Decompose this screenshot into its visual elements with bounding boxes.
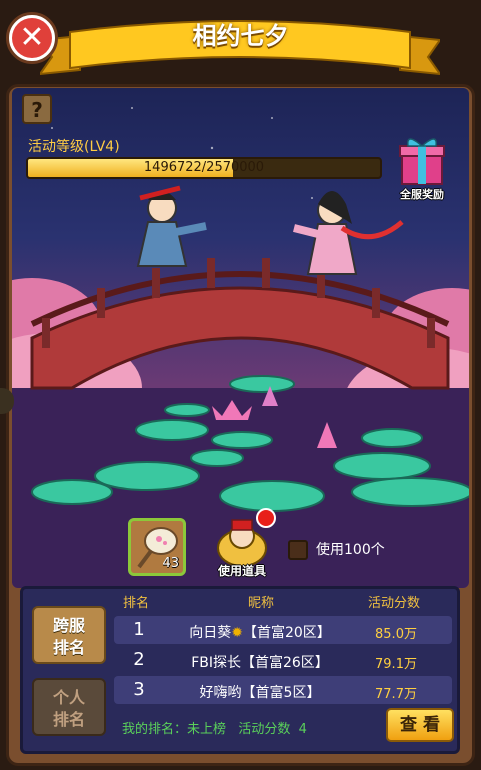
cowherd-figure xyxy=(136,185,207,267)
help-button[interactable]: ? xyxy=(22,94,52,124)
use-item-label: 使用道具 xyxy=(217,564,266,578)
tab-personal-label: 个人 xyxy=(52,688,85,707)
row-nickname: 好嗨哟【首富5区】 xyxy=(199,685,321,701)
use-100-checkbox[interactable] xyxy=(288,540,308,560)
my-rank-text: 我的排名：未上榜 活动分数 4 xyxy=(122,722,307,737)
row-score: 77.7万 xyxy=(375,687,417,702)
header-rank: 排名 xyxy=(123,596,150,611)
row-score: 85.0万 xyxy=(375,627,417,642)
close-icon: ✕ xyxy=(12,18,52,58)
item-count: 43 xyxy=(162,556,179,571)
progress-text: 1496722/2570000 xyxy=(143,160,265,175)
server-reward-button[interactable]: 全服奖励 xyxy=(390,132,454,202)
tab-cross-server-ranking[interactable]: 跨服 排名 xyxy=(32,606,106,664)
item-fan-slot[interactable]: 43 xyxy=(128,518,186,576)
activity-level-label: 活动等级(LV4) xyxy=(28,139,120,155)
page-title: 相约七夕 xyxy=(192,22,289,50)
server-reward-label: 全服奖励 xyxy=(400,188,444,201)
tab-cross-server-label-2: 排名 xyxy=(52,638,85,657)
view-button[interactable]: 查 看 xyxy=(386,708,454,742)
row-rank: 1 xyxy=(133,619,145,640)
activity-progress-bar: 1496722/2570000 xyxy=(26,157,382,179)
tab-personal-ranking[interactable]: 个人 排名 xyxy=(32,678,106,736)
row-nickname: FBI探长【首富26区】 xyxy=(191,655,329,671)
tab-cross-server-label: 跨服 xyxy=(52,616,85,635)
tab-personal-label-2: 排名 xyxy=(52,710,85,729)
close-button[interactable]: ✕ xyxy=(6,12,58,64)
use-100-label: 使用100个 xyxy=(316,542,385,558)
row-rank: 3 xyxy=(133,679,145,700)
row-nickname: 向日葵✹【首富20区】 xyxy=(189,625,331,641)
use-item-button[interactable]: 使用道具 xyxy=(210,508,276,580)
notification-dot xyxy=(256,508,276,528)
weaver-girl-figure xyxy=(293,191,404,275)
header-nickname: 昵称 xyxy=(248,596,275,611)
header-score: 活动分数 xyxy=(368,596,421,611)
row-score: 79.1万 xyxy=(375,657,417,672)
row-rank: 2 xyxy=(133,649,145,670)
gift-box-icon xyxy=(399,138,445,185)
